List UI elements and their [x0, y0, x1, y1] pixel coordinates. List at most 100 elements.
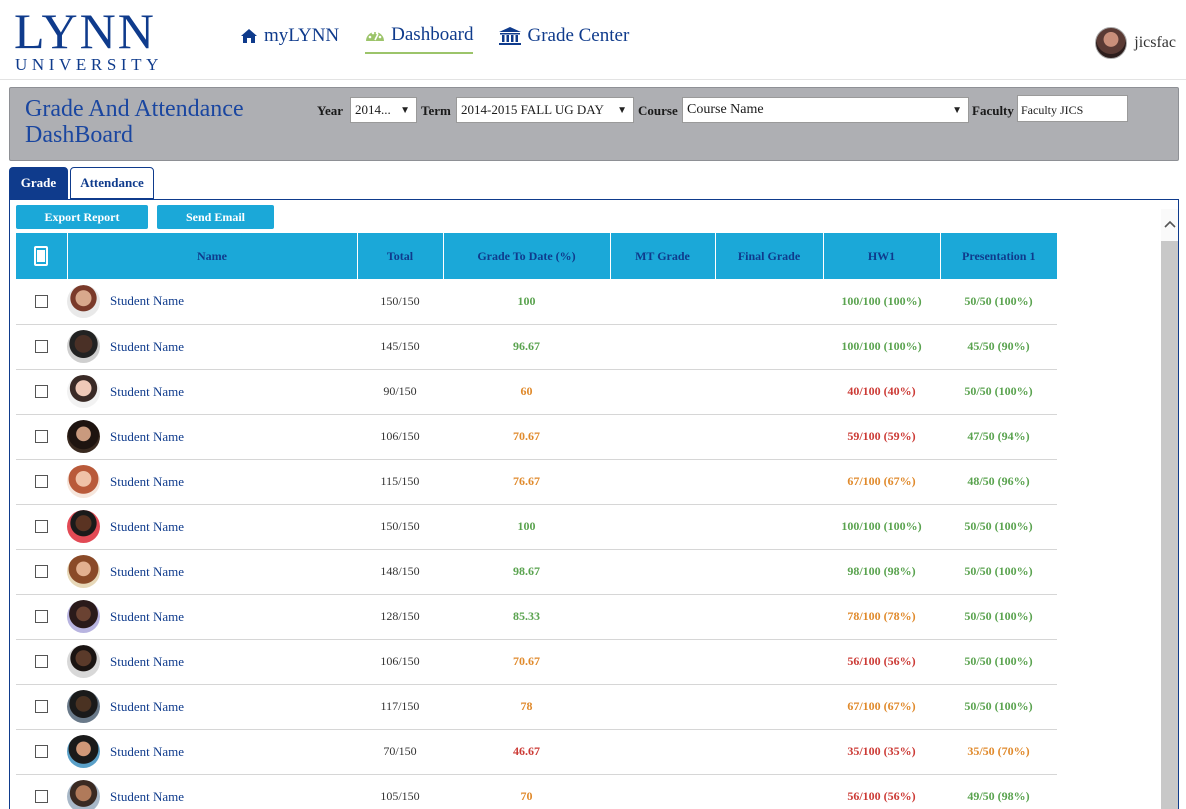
- filter-panel: Grade And Attendance DashBoard Year 2014…: [9, 87, 1179, 161]
- grade-to-date-cell: 76.67: [443, 459, 610, 505]
- year-select[interactable]: 2014... ▼: [350, 97, 417, 123]
- student-name-link[interactable]: Student Name: [110, 564, 184, 580]
- final-grade-cell: [715, 639, 823, 685]
- mt-grade-cell: [610, 684, 715, 730]
- table-row[interactable]: Student Name 70/150 46.67 35/100 (35%) 3…: [16, 729, 1057, 775]
- presentation-1-cell: 50/50 (100%): [940, 504, 1057, 550]
- row-checkbox[interactable]: [35, 565, 48, 578]
- student-avatar: [67, 420, 100, 453]
- row-checkbox[interactable]: [35, 700, 48, 713]
- mt-grade-cell: [610, 594, 715, 640]
- row-checkbox[interactable]: [35, 655, 48, 668]
- student-name-link[interactable]: Student Name: [110, 429, 184, 445]
- mt-grade-cell: [610, 414, 715, 460]
- student-name-link[interactable]: Student Name: [110, 654, 184, 670]
- total-cell: 117/150: [357, 684, 443, 730]
- row-checkbox[interactable]: [35, 340, 48, 353]
- grade-to-date-cell: 46.67: [443, 729, 610, 775]
- student-name-link[interactable]: Student Name: [110, 339, 184, 355]
- table-row[interactable]: Student Name 106/150 70.67 59/100 (59%) …: [16, 414, 1057, 460]
- student-name-link[interactable]: Student Name: [110, 474, 184, 490]
- page-title: Grade And Attendance DashBoard: [25, 96, 244, 148]
- column-header-name[interactable]: Name: [67, 233, 358, 279]
- column-header-grade-to-date[interactable]: Grade To Date (%): [443, 233, 611, 279]
- name-cell: Student Name: [67, 414, 357, 460]
- column-header-total[interactable]: Total: [357, 233, 444, 279]
- mt-grade-cell: [610, 639, 715, 685]
- hw1-cell: 100/100 (100%): [823, 324, 940, 370]
- student-avatar: [67, 330, 100, 363]
- row-checkbox[interactable]: [35, 610, 48, 623]
- table-row[interactable]: Student Name 90/150 60 40/100 (40%) 50/5…: [16, 369, 1057, 415]
- total-cell: 106/150: [357, 414, 443, 460]
- select-all-checkbox[interactable]: [34, 246, 49, 266]
- scroll-up-arrow-icon[interactable]: [1161, 209, 1178, 239]
- total-cell: 148/150: [357, 549, 443, 595]
- student-avatar: [67, 690, 100, 723]
- row-select-cell: [16, 414, 67, 460]
- student-avatar: [67, 735, 100, 768]
- name-cell: Student Name: [67, 279, 357, 325]
- row-checkbox[interactable]: [35, 745, 48, 758]
- row-checkbox[interactable]: [35, 790, 48, 803]
- name-cell: Student Name: [67, 729, 357, 775]
- row-checkbox[interactable]: [35, 520, 48, 533]
- student-name-link[interactable]: Student Name: [110, 519, 184, 535]
- student-avatar: [67, 600, 100, 633]
- column-header-hw1[interactable]: HW1: [823, 233, 941, 279]
- grade-to-date-cell: 70: [443, 774, 610, 809]
- nav-item-mylynn[interactable]: myLYNN: [240, 24, 339, 54]
- row-checkbox[interactable]: [35, 430, 48, 443]
- presentation-1-cell: 50/50 (100%): [940, 369, 1057, 415]
- tab-attendance[interactable]: Attendance: [70, 167, 154, 199]
- vertical-scrollbar[interactable]: [1161, 209, 1178, 809]
- dropdown-arrow-icon: ▼: [617, 105, 627, 116]
- name-cell: Student Name: [67, 549, 357, 595]
- table-row[interactable]: Student Name 148/150 98.67 98/100 (98%) …: [16, 549, 1057, 595]
- table-row[interactable]: Student Name 150/150 100 100/100 (100%) …: [16, 504, 1057, 550]
- tab-grade[interactable]: Grade: [9, 167, 68, 199]
- export-report-button[interactable]: Export Report: [16, 205, 148, 229]
- grade-to-date-cell: 60: [443, 369, 610, 415]
- mt-grade-cell: [610, 324, 715, 370]
- table-row[interactable]: Student Name 115/150 76.67 67/100 (67%) …: [16, 459, 1057, 505]
- table-row[interactable]: Student Name 150/150 100 100/100 (100%) …: [16, 279, 1057, 325]
- user-menu[interactable]: jicsfac: [1095, 27, 1176, 59]
- student-name-link[interactable]: Student Name: [110, 699, 184, 715]
- student-name-link[interactable]: Student Name: [110, 384, 184, 400]
- final-grade-cell: [715, 414, 823, 460]
- logo-subtitle: UNIVERSITY: [15, 55, 163, 74]
- row-select-cell: [16, 684, 67, 730]
- page-title-line1: Grade And Attendance: [25, 96, 244, 122]
- table-row[interactable]: Student Name 106/150 70.67 56/100 (56%) …: [16, 639, 1057, 685]
- mt-grade-cell: [610, 459, 715, 505]
- column-header-presentation-1[interactable]: Presentation 1: [940, 233, 1057, 279]
- name-cell: Student Name: [67, 774, 357, 809]
- presentation-1-cell: 50/50 (100%): [940, 684, 1057, 730]
- mt-grade-cell: [610, 729, 715, 775]
- student-name-link[interactable]: Student Name: [110, 609, 184, 625]
- nav-item-grade-center[interactable]: Grade Center: [499, 24, 629, 54]
- table-row[interactable]: Student Name 105/150 70 56/100 (56%) 49/…: [16, 774, 1057, 809]
- term-select[interactable]: 2014-2015 FALL UG DAY ▼: [456, 97, 634, 123]
- column-header-final-grade[interactable]: Final Grade: [715, 233, 824, 279]
- nav-item-dashboard[interactable]: Dashboard: [365, 24, 474, 54]
- student-name-link[interactable]: Student Name: [110, 293, 184, 309]
- send-email-button[interactable]: Send Email: [157, 205, 274, 229]
- row-checkbox[interactable]: [35, 385, 48, 398]
- table-row[interactable]: Student Name 117/150 78 67/100 (67%) 50/…: [16, 684, 1057, 730]
- scrollbar-thumb[interactable]: [1161, 241, 1178, 809]
- grade-to-date-cell: 96.67: [443, 324, 610, 370]
- student-name-link[interactable]: Student Name: [110, 789, 184, 805]
- student-name-link[interactable]: Student Name: [110, 744, 184, 760]
- faculty-input[interactable]: [1017, 95, 1128, 122]
- row-checkbox[interactable]: [35, 475, 48, 488]
- row-checkbox[interactable]: [35, 294, 48, 308]
- table-row[interactable]: Student Name 145/150 96.67 100/100 (100%…: [16, 324, 1057, 370]
- lynn-university-logo[interactable]: LYNN UNIVERSITY: [14, 6, 163, 74]
- column-header-mt-grade[interactable]: MT Grade: [610, 233, 716, 279]
- table-row[interactable]: Student Name 128/150 85.33 78/100 (78%) …: [16, 594, 1057, 640]
- course-select[interactable]: Course Name ▼: [682, 97, 969, 123]
- final-grade-cell: [715, 774, 823, 809]
- hw1-cell: 67/100 (67%): [823, 684, 940, 730]
